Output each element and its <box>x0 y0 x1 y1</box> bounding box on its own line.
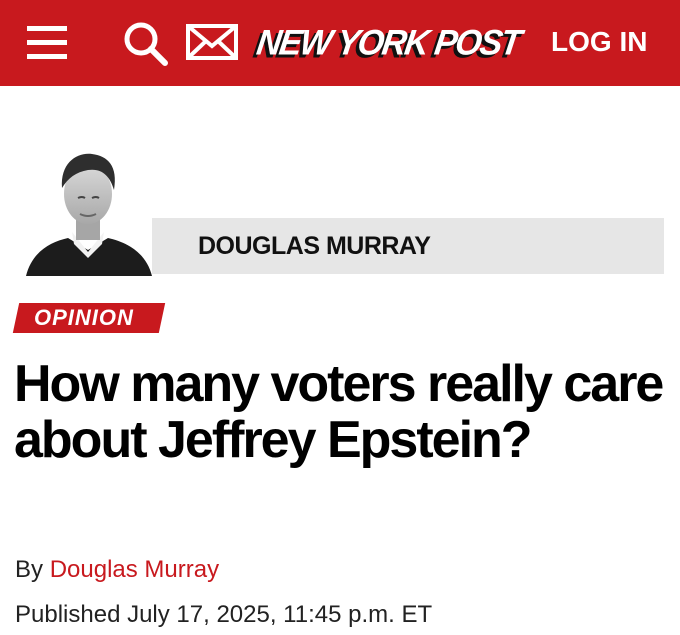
author-banner[interactable]: DOUGLAS MURRAY <box>152 218 664 274</box>
hamburger-menu-icon[interactable] <box>27 24 67 60</box>
search-icon[interactable] <box>122 20 170 66</box>
byline-author-link[interactable]: Douglas Murray <box>50 556 219 583</box>
new-york-post-logo[interactable]: NEW YORK POST <box>254 20 523 66</box>
logo-text: NEW YORK POST <box>254 23 523 63</box>
published-timestamp: Published July 17, 2025, 11:45 p.m. ET <box>15 601 433 628</box>
author-photo[interactable] <box>22 148 154 276</box>
top-navigation-bar: NEW YORK POST LOG IN <box>0 0 680 86</box>
category-label[interactable]: OPINION <box>34 303 134 333</box>
byline-prefix: By <box>15 556 44 583</box>
login-button[interactable]: LOG IN <box>551 24 647 60</box>
article-headline: How many voters really care about Jeffre… <box>14 355 664 469</box>
mail-icon[interactable] <box>186 24 238 60</box>
author-name[interactable]: DOUGLAS MURRAY <box>198 230 431 262</box>
byline: By Douglas Murray <box>15 555 219 585</box>
